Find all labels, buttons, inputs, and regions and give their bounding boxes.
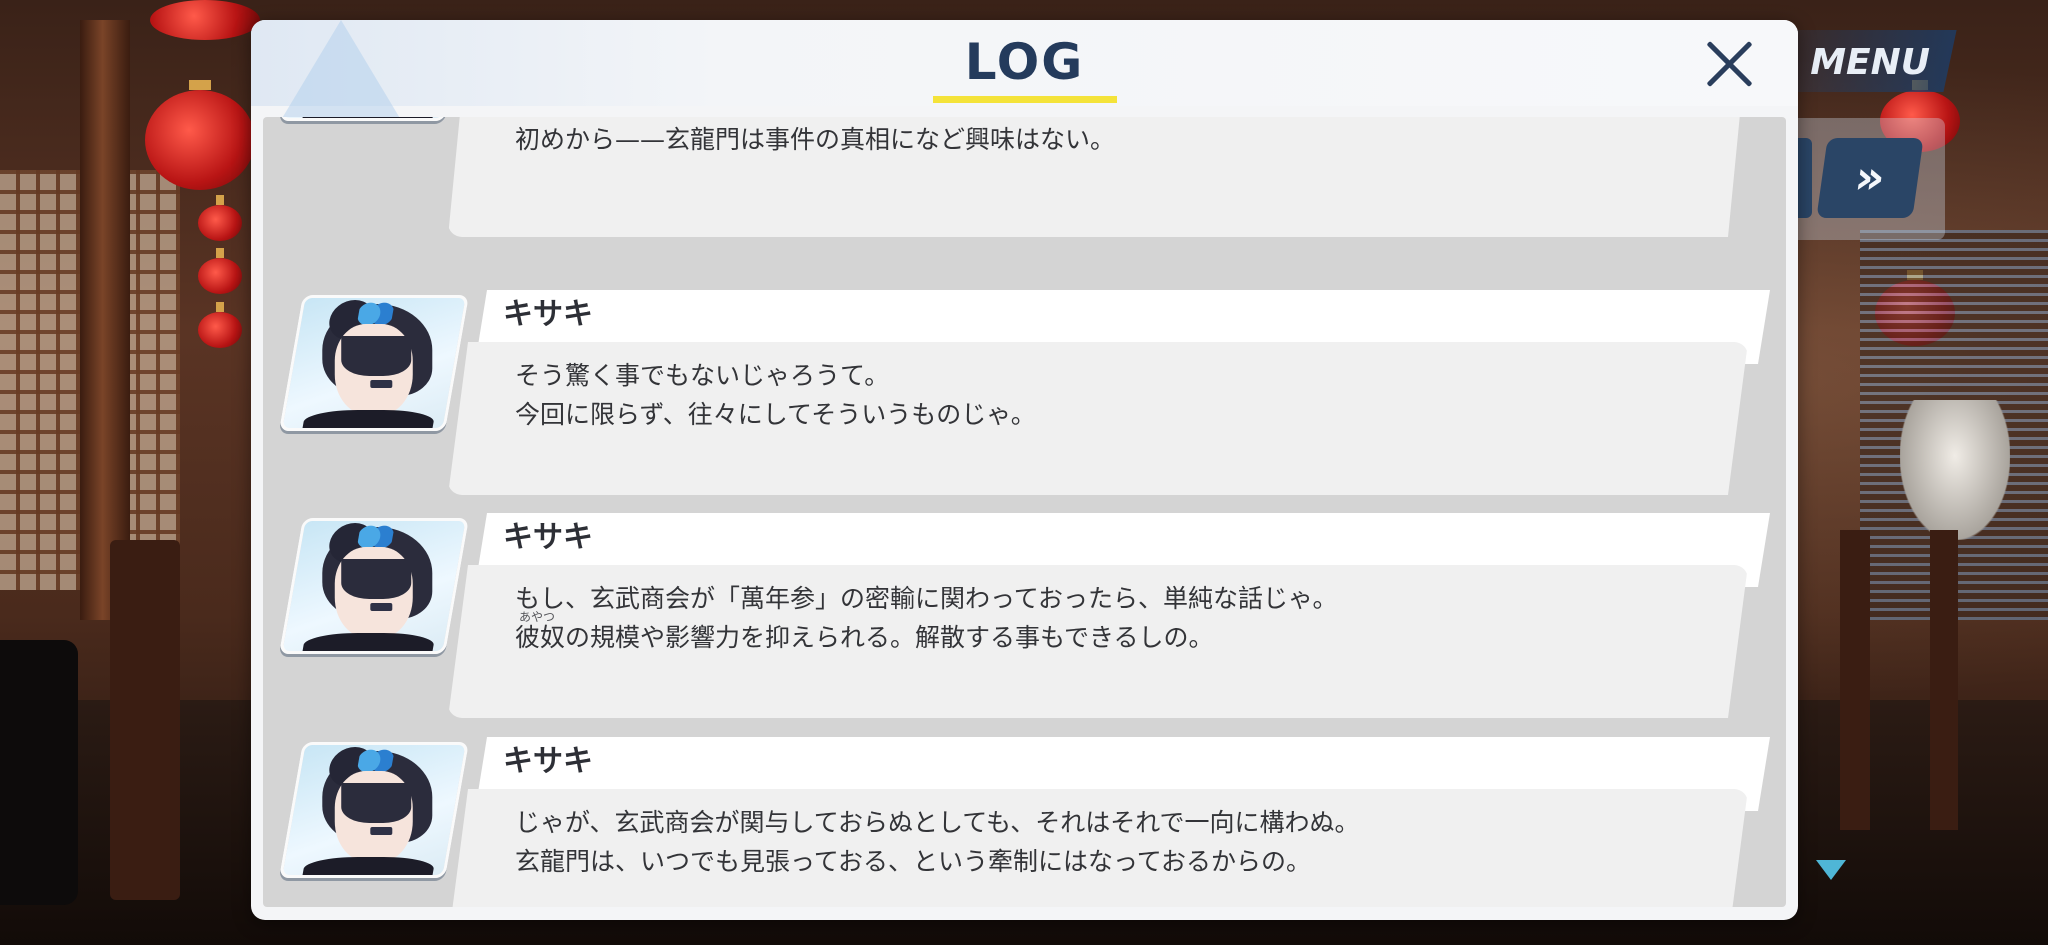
- chair: [110, 540, 180, 900]
- log-title: LOG: [964, 33, 1085, 91]
- header-decoration: [281, 20, 401, 120]
- fast-forward-button[interactable]: »: [1816, 138, 1924, 218]
- chair: [1930, 530, 1958, 830]
- lantern-icon: [145, 80, 255, 190]
- lantern-icon: [198, 302, 242, 348]
- close-icon[interactable]: [1701, 36, 1757, 92]
- avatar: [279, 117, 469, 121]
- log-entry: 初めから——玄龍門は事件の真相になど興味はない。: [263, 117, 1786, 199]
- lantern-icon: [150, 0, 260, 40]
- log-entry: キサキ じゃが、玄武商会が関与しておらぬとしても、それはそれで一向に構わぬ。 玄…: [263, 734, 1786, 907]
- dialogue-line: 初めから——玄龍門は事件の真相になど興味はない。: [515, 125, 1116, 154]
- avatar: [279, 295, 469, 431]
- dialogue-line: 彼奴の規模や影響力を抑えられる。解散する事もできるしの。: [515, 623, 1214, 652]
- log-list[interactable]: 初めから——玄龍門は事件の真相になど興味はない。 キサキ そう驚く事でもないじゃ…: [263, 117, 1786, 907]
- log-header: LOG: [251, 20, 1798, 120]
- log-window: LOG 初めから——玄龍門は事件の真相になど興味はない。 キサキ そう驚く事でも…: [251, 20, 1798, 920]
- avatar: [279, 518, 469, 654]
- dialogue-line: もし、玄武商会が「萬年参」の密輸に関わっておったら、単純な話じゃ。: [515, 584, 1338, 613]
- lion-statue: [1900, 400, 2010, 540]
- speaker-name: キサキ: [503, 520, 593, 555]
- lantern-icon: [198, 195, 242, 241]
- dialogue-line: じゃが、玄武商会が関与しておらぬとしても、それはそれで一向に構わぬ。: [515, 808, 1360, 837]
- wooden-pillar: [80, 20, 130, 620]
- avatar: [279, 742, 469, 878]
- log-entry: キサキ そう驚く事でもないじゃろうて。 今回に限らず、往々にしてそういうものじゃ…: [263, 287, 1786, 509]
- side-panel: [0, 640, 78, 905]
- menu-button[interactable]: MENU: [1800, 38, 1930, 88]
- dialogue-line: 玄龍門は、いつでも見張っておる、という牽制にはなっておるからの。: [515, 847, 1312, 876]
- triangle-down-icon: [1816, 860, 1846, 880]
- log-entry: キサキ もし、玄武商会が「萬年参」の密輸に関わっておったら、単純な話じゃ。 あや…: [263, 510, 1786, 732]
- chair: [1840, 530, 1870, 830]
- speaker-name: キサキ: [503, 297, 593, 332]
- title-underline: [933, 96, 1117, 103]
- dialogue-line: 今回に限らず、往々にしてそういうものじゃ。: [515, 400, 1036, 429]
- lantern-icon: [198, 248, 242, 294]
- dialogue-line: そう驚く事でもないじゃろうて。: [515, 361, 890, 390]
- speaker-name: キサキ: [503, 744, 593, 779]
